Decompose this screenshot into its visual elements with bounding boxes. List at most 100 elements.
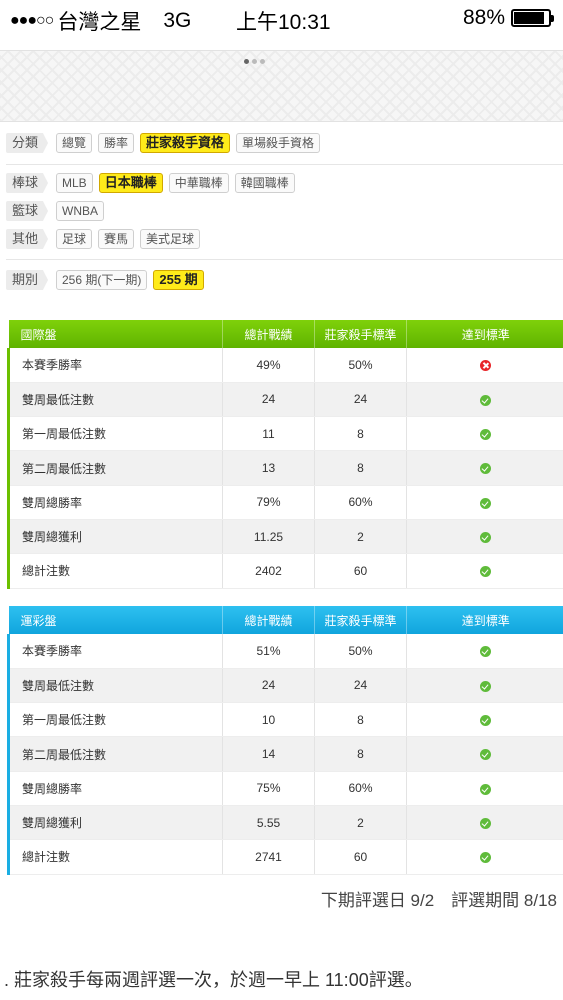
table-row: 雙周總獲利 5.55 2	[7, 805, 563, 841]
chip-wnba[interactable]: WNBA	[56, 201, 104, 221]
pager-dot[interactable]	[252, 59, 257, 64]
battery-percent: 88%	[462, 6, 505, 29]
chip-soccer[interactable]: 足球	[56, 229, 93, 249]
table-row: 雙周總勝率 79% 60%	[7, 485, 563, 520]
filter-label: 期別	[6, 270, 48, 290]
standard-cell: 24	[314, 382, 407, 418]
chip-cpbl[interactable]: 中華職棒	[168, 173, 229, 193]
col-header-total: 總計戰績	[222, 320, 315, 348]
check-icon	[480, 531, 491, 543]
total-record-cell: 11	[222, 416, 315, 452]
table-row: 總計注數 2741 60	[7, 839, 563, 875]
chip-period-next[interactable]: 256 期(下一期)	[56, 270, 148, 290]
col-header-standard: 莊家殺手標準	[314, 320, 407, 348]
standard-cell: 2	[314, 805, 407, 841]
chip-overview[interactable]: 總覽	[56, 133, 93, 153]
row-label: 雙周總獲利	[7, 805, 223, 841]
table-row: 本賽季勝率 51% 50%	[7, 634, 563, 669]
chip-horse-racing[interactable]: 賽馬	[98, 229, 135, 249]
met-cell	[406, 553, 563, 589]
met-cell	[406, 519, 563, 555]
pager-dot-active[interactable]	[244, 59, 249, 64]
standard-cell: 8	[314, 450, 407, 486]
table-row: 雙周最低注數 24 24	[7, 382, 563, 418]
standard-cell: 8	[314, 416, 407, 452]
filter-row-other: 其他 足球 賽馬 美式足球	[6, 225, 563, 253]
table-row: 雙周總獲利 11.25 2	[7, 519, 563, 555]
col-header-met: 達到標準	[406, 320, 563, 348]
chip-mlb[interactable]: MLB	[56, 173, 93, 193]
check-icon	[480, 646, 491, 658]
next-evaluation-info: 下期評選日 9/2 評選期間 8/18	[320, 891, 557, 910]
battery-icon	[511, 9, 554, 27]
met-cell	[406, 348, 563, 383]
filter-label: 籃球	[6, 201, 48, 221]
met-cell	[406, 736, 563, 772]
check-icon	[480, 783, 491, 795]
chip-npb[interactable]: 日本職棒	[98, 173, 163, 193]
clock: 上午10:31	[236, 11, 331, 34]
row-label: 雙周總獲利	[7, 519, 223, 555]
table-row: 雙周最低注數 24 24	[7, 668, 563, 704]
standard-cell: 8	[314, 702, 407, 738]
check-icon	[480, 715, 491, 727]
filter-panel: 分類 總覽 勝率 莊家殺手資格 單場殺手資格 棒球 MLB 日本職棒 中華職棒 …	[6, 132, 563, 294]
standard-cell: 50%	[314, 348, 407, 383]
filter-row-baseball: 棒球 MLB 日本職棒 中華職棒 韓國職棒	[6, 169, 563, 197]
row-label: 本賽季勝率	[7, 634, 223, 669]
table-row: 第一周最低注數 10 8	[7, 702, 563, 738]
network-type: 3G	[163, 9, 192, 32]
signal-strength-icon: ●●●○○	[10, 12, 54, 29]
standard-cell: 60	[314, 839, 407, 875]
row-label: 本賽季勝率	[7, 348, 223, 383]
carousel-pager[interactable]	[244, 59, 265, 64]
carrier-name: 台灣之星	[57, 11, 142, 34]
met-cell	[406, 485, 563, 520]
total-record-cell: 24	[222, 668, 315, 704]
chip-win-rate[interactable]: 勝率	[98, 133, 135, 153]
filter-label: 其他	[6, 229, 48, 249]
table-row: 雙周總勝率 75% 60%	[7, 771, 563, 806]
check-icon	[480, 497, 491, 509]
table-header-row: 運彩盤 總計戰績 莊家殺手標準 達到標準	[8, 606, 563, 634]
standard-cell: 8	[314, 736, 407, 772]
filter-row-category: 分類 總覽 勝率 莊家殺手資格 單場殺手資格	[6, 132, 563, 158]
row-label: 第一周最低注數	[7, 416, 223, 452]
col-header-total: 總計戰績	[222, 606, 315, 634]
check-icon	[480, 394, 491, 406]
met-cell	[406, 668, 563, 704]
met-cell	[406, 805, 563, 841]
table-row: 本賽季勝率 49% 50%	[7, 348, 563, 383]
total-record-cell: 14	[222, 736, 315, 772]
met-cell	[406, 839, 563, 875]
pager-dot[interactable]	[260, 59, 265, 64]
total-record-cell: 11.25	[222, 519, 315, 555]
row-label: 雙周總勝率	[7, 485, 223, 520]
check-icon	[480, 852, 491, 864]
chip-kbo[interactable]: 韓國職棒	[234, 173, 295, 193]
total-record-cell: 75%	[222, 771, 315, 806]
standard-cell: 24	[314, 668, 407, 704]
chip-american-football[interactable]: 美式足球	[140, 229, 201, 249]
chip-single-killer[interactable]: 單場殺手資格	[236, 133, 321, 153]
total-record-cell: 51%	[222, 634, 315, 669]
chip-banker-killer[interactable]: 莊家殺手資格	[140, 133, 231, 153]
row-label: 第二周最低注數	[7, 736, 223, 772]
check-icon	[480, 566, 491, 578]
banner-carousel[interactable]	[0, 50, 563, 122]
fail-icon	[480, 360, 491, 372]
row-label: 總計注數	[7, 839, 223, 875]
lottery-standard-table: 運彩盤 總計戰績 莊家殺手標準 達到標準 本賽季勝率 51% 50% 雙周最低注數 24…	[7, 606, 563, 875]
total-record-cell: 2741	[222, 839, 315, 875]
check-icon	[480, 749, 491, 761]
table-row: 總計注數 2402 60	[7, 553, 563, 589]
met-cell	[406, 450, 563, 486]
met-cell	[406, 702, 563, 738]
intl-standard-table: 國際盤 總計戰績 莊家殺手標準 達到標準 本賽季勝率 49% 50% 雙周最低注數 24…	[7, 320, 563, 589]
met-cell	[406, 771, 563, 806]
filter-label: 棒球	[6, 173, 48, 193]
table-row: 第一周最低注數 11 8	[7, 416, 563, 452]
row-label: 雙周最低注數	[7, 668, 223, 704]
total-record-cell: 49%	[222, 348, 315, 383]
chip-period-current[interactable]: 255 期	[153, 270, 204, 290]
